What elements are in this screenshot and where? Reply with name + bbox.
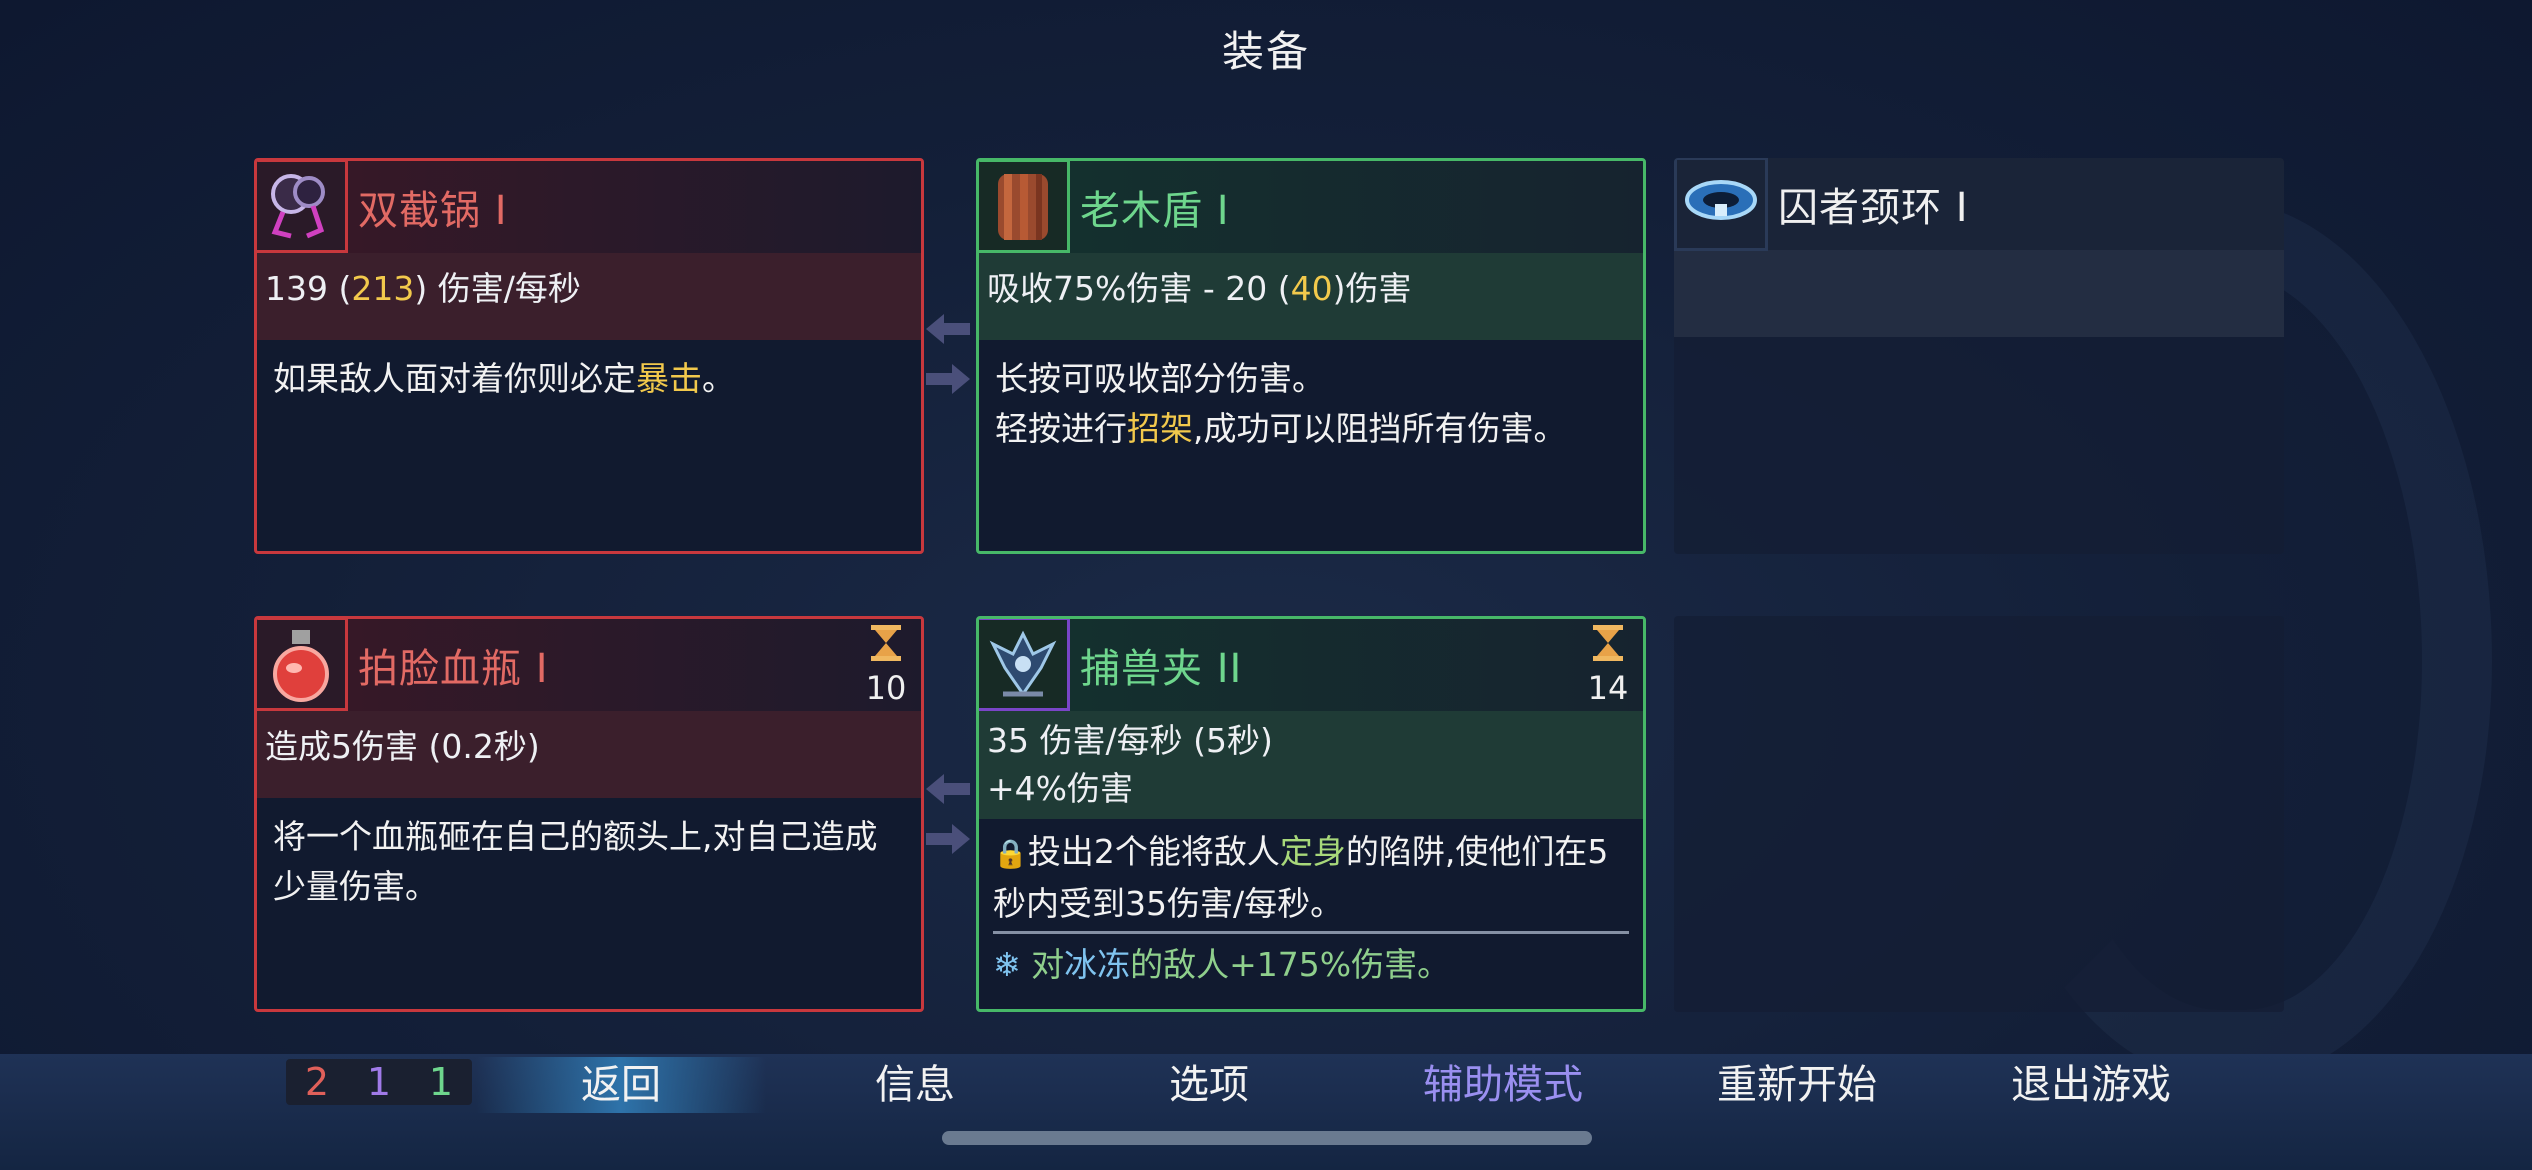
empty-equipment-slot[interactable] bbox=[1674, 616, 2284, 1012]
snowflake-icon: ❄ bbox=[993, 945, 1021, 984]
item-stats: 139 (213) 伤害/每秒 bbox=[257, 253, 921, 340]
card-header: 囚者颈环 I bbox=[1674, 158, 2284, 251]
card-header: 老木盾 I bbox=[979, 161, 1643, 253]
item-description: 将一个血瓶砸在自己的额头上,对自己造成少量伤害。 bbox=[273, 817, 878, 906]
card-header: 拍脸血瓶 I 10 bbox=[257, 619, 921, 711]
card-header: 捕兽夹 II 14 bbox=[979, 619, 1643, 711]
item-name: 双截锅 I bbox=[358, 188, 508, 234]
equipment-card-collar[interactable]: 囚者颈环 I bbox=[1674, 158, 2284, 554]
lock-icon: 🔒 bbox=[993, 837, 1028, 870]
cooldown-value: 14 bbox=[1587, 669, 1629, 707]
item-name: 囚者颈环 I bbox=[1778, 185, 1969, 231]
home-indicator[interactable] bbox=[942, 1131, 1592, 1145]
quit-game-button[interactable]: 退出游戏 bbox=[1946, 1057, 2236, 1113]
page-title: 装备 bbox=[1221, 27, 1310, 76]
swap-left-arrow-icon[interactable] bbox=[926, 772, 970, 806]
hourglass-icon bbox=[1591, 625, 1625, 667]
hourglass-icon bbox=[869, 625, 903, 667]
restart-button[interactable]: 重新开始 bbox=[1652, 1057, 1942, 1113]
card-header: 双截锅 I bbox=[257, 161, 921, 253]
back-button[interactable]: 返回 bbox=[476, 1057, 766, 1113]
cooldown-value: 10 bbox=[865, 669, 907, 707]
green-scroll-count: 1 bbox=[428, 1060, 454, 1104]
blood-flask-icon bbox=[257, 619, 348, 711]
cooldown-indicator: 14 bbox=[1583, 623, 1633, 707]
scroll-counter: 2 1 1 bbox=[286, 1059, 472, 1105]
cooldown-indicator: 10 bbox=[861, 623, 911, 707]
item-name: 老木盾 I bbox=[1080, 188, 1230, 234]
item-description: 长按可吸收部分伤害。 轻按进行招架,成功可以阻挡所有伤害。 bbox=[995, 359, 1567, 448]
item-stats bbox=[1674, 250, 2284, 337]
purple-scroll-count: 1 bbox=[366, 1060, 392, 1104]
equipment-card-pan[interactable]: 双截锅 I 139 (213) 伤害/每秒 如果敌人面对着你则必定暴击。 bbox=[254, 158, 924, 554]
red-scroll-count: 2 bbox=[304, 1060, 330, 1104]
equipment-card-flask[interactable]: 拍脸血瓶 I 10 造成5伤害 (0.2秒) 将一个血瓶砸在自己的额头上,对自己… bbox=[254, 616, 924, 1012]
equipment-card-shield[interactable]: 老木盾 I 吸收75%伤害 - 20 (40)伤害 长按可吸收部分伤害。 轻按进… bbox=[976, 158, 1646, 554]
wolf-trap-icon bbox=[979, 619, 1070, 711]
assist-mode-button[interactable]: 辅助模式 bbox=[1358, 1057, 1648, 1113]
item-stats: 造成5伤害 (0.2秒) bbox=[257, 711, 921, 798]
item-name: 捕兽夹 II bbox=[1080, 646, 1243, 692]
prisoner-collar-icon bbox=[1674, 158, 1768, 251]
item-stats: 35 伤害/每秒 (5秒) +4%伤害 bbox=[979, 711, 1643, 819]
item-name: 拍脸血瓶 I bbox=[358, 646, 549, 692]
wooden-shield-icon bbox=[979, 161, 1070, 253]
item-description: 如果敌人面对着你则必定暴击。 bbox=[273, 359, 735, 398]
options-button[interactable]: 选项 bbox=[1064, 1057, 1354, 1113]
swap-left-arrow-icon[interactable] bbox=[926, 312, 970, 346]
frozen-bonus: ❄ 对冰冻的敌人+175%伤害。 bbox=[993, 931, 1629, 990]
item-description: 🔒投出2个能将敌人定身的陷阱,使他们在5秒内受到35伤害/每秒。 ❄ 对冰冻的敌… bbox=[979, 819, 1643, 998]
frying-pans-icon bbox=[257, 161, 348, 253]
info-button[interactable]: 信息 bbox=[770, 1057, 1060, 1113]
item-stats: 吸收75%伤害 - 20 (40)伤害 bbox=[979, 253, 1643, 340]
swap-right-arrow-icon[interactable] bbox=[926, 362, 970, 396]
equipment-card-trap[interactable]: 捕兽夹 II 14 35 伤害/每秒 (5秒) +4%伤害 🔒投出2个能将敌人定… bbox=[976, 616, 1646, 1012]
swap-right-arrow-icon[interactable] bbox=[926, 822, 970, 856]
